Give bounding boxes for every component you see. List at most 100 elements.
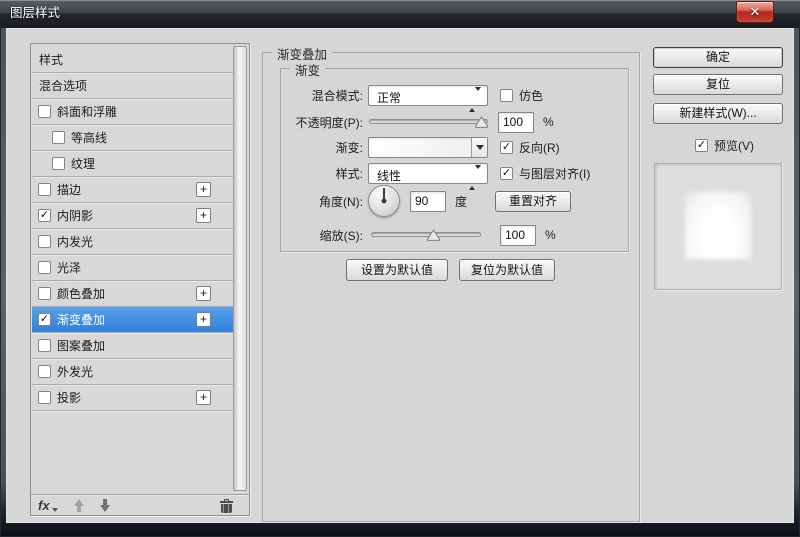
opacity-label: 不透明度(P):	[295, 115, 363, 130]
preview-checkbox[interactable]: ✓	[695, 139, 708, 152]
expand-plus-button[interactable]: +	[196, 312, 211, 327]
item-checkbox[interactable]	[38, 235, 51, 248]
opacity-input[interactable]	[498, 111, 534, 133]
scale-slider[interactable]	[371, 225, 481, 245]
style-preview	[654, 163, 782, 290]
opacity-slider[interactable]	[369, 112, 489, 132]
delete-effect-button[interactable]	[220, 499, 233, 513]
item-checkbox[interactable]: ✓	[38, 313, 51, 326]
dialog-body: 样式 混合选项 斜面和浮雕 等高线 纹理 描边 + ✓ 内阴影 + 内发光 光泽…	[6, 28, 794, 523]
gradient-picker-button[interactable]	[471, 137, 487, 157]
style-list-item[interactable]: 等高线	[32, 125, 233, 151]
expand-plus-button[interactable]: +	[196, 390, 211, 405]
opacity-unit: %	[543, 115, 554, 129]
titlebar[interactable]: 图层样式 ✕	[0, 0, 800, 28]
fx-icon: fx	[38, 497, 50, 513]
angle-unit: 度	[455, 194, 468, 209]
reverse-checkbox[interactable]: ✓	[500, 140, 513, 154]
reset-button[interactable]: 复位	[653, 74, 783, 95]
effects-toolbar: fx	[31, 494, 249, 515]
expand-plus-button[interactable]: +	[196, 182, 211, 197]
move-effect-up-button[interactable]	[73, 498, 84, 512]
gradient-group: 渐变 混合模式: 正常 仿色 不透明度(P): 100 % 渐变: ✓ 反向(R…	[280, 60, 629, 252]
item-checkbox[interactable]	[52, 131, 65, 144]
style-list-item[interactable]: 斜面和浮雕	[32, 99, 233, 125]
style-item-label: 光泽	[57, 261, 82, 275]
style-item-label: 渐变叠加	[57, 313, 106, 327]
new-style-button[interactable]: 新建样式(W)...	[653, 103, 783, 124]
move-effect-down-button[interactable]	[99, 498, 110, 512]
style-list-item[interactable]: 样式	[32, 47, 233, 73]
dither-label: 仿色	[519, 88, 544, 103]
layer-style-dialog: 图层样式 ✕ 样式 混合选项 斜面和浮雕 等高线 纹理 描边 + ✓ 内阴影 +…	[0, 0, 800, 537]
style-list-item[interactable]: ✓ 内阴影 +	[32, 203, 233, 229]
item-checkbox[interactable]	[38, 261, 51, 274]
dropdown-arrow-icon	[475, 144, 484, 150]
close-button[interactable]: ✕	[736, 1, 774, 23]
item-checkbox[interactable]	[38, 287, 51, 300]
blend-mode-select[interactable]: 正常	[368, 84, 488, 112]
style-list-panel: 样式 混合选项 斜面和浮雕 等高线 纹理 描边 + ✓ 内阴影 + 内发光 光泽…	[30, 43, 250, 516]
dropdown-arrows-icon	[469, 86, 481, 112]
align-with-layer-label: 与图层对齐(I)	[519, 166, 591, 181]
angle-input[interactable]	[410, 190, 446, 212]
item-checkbox[interactable]	[52, 157, 65, 170]
style-list-scrollbar[interactable]	[233, 46, 247, 491]
item-checkbox[interactable]	[38, 105, 51, 118]
scale-label: 缩放(S):	[319, 228, 363, 243]
style-list-item[interactable]: 图案叠加	[32, 333, 233, 359]
style-list-item[interactable]: 投影 +	[32, 385, 233, 411]
item-checkbox[interactable]	[38, 339, 51, 352]
ok-button[interactable]: 确定	[653, 47, 783, 68]
blend-mode-value: 正常	[377, 90, 402, 105]
style-item-label: 混合选项	[39, 79, 88, 93]
scale-slider-thumb[interactable]	[426, 229, 441, 241]
style-list-item[interactable]: 外发光	[32, 359, 233, 385]
style-item-label: 样式	[39, 53, 64, 67]
style-value: 线性	[377, 168, 402, 183]
group-title: 渐变	[290, 60, 326, 79]
style-item-label: 内发光	[57, 235, 94, 249]
reverse-label: 反向(R)	[519, 140, 560, 155]
reset-align-button[interactable]: 重置对齐	[495, 190, 572, 212]
scale-unit: %	[545, 228, 556, 242]
angle-dial[interactable]	[368, 185, 400, 217]
style-list-item[interactable]: ✓ 渐变叠加 +	[32, 307, 233, 333]
style-item-label: 外发光	[57, 365, 94, 379]
up-arrow-icon	[73, 498, 84, 506]
fx-menu-button[interactable]: fx	[38, 498, 58, 513]
item-checkbox[interactable]	[38, 183, 51, 196]
gradient-overlay-group: 渐变叠加 渐变 混合模式: 正常 仿色 不透明度(P): 100 % 渐变: ✓…	[262, 44, 640, 522]
dither-checkbox[interactable]	[500, 88, 513, 102]
expand-plus-button[interactable]: +	[196, 208, 211, 223]
style-list-item[interactable]: 颜色叠加 +	[32, 281, 233, 307]
angle-label: 角度(N):	[319, 194, 363, 209]
dialog-title: 图层样式	[10, 6, 61, 20]
gradient-swatch[interactable]	[368, 136, 488, 158]
gradient-preview-thumbnail	[685, 192, 751, 259]
fx-menu-arrow-icon	[51, 507, 58, 512]
set-default-button[interactable]: 设置为默认值	[346, 259, 448, 281]
style-item-label: 等高线	[71, 131, 108, 145]
style-list-item[interactable]: 光泽	[32, 255, 233, 281]
reset-default-button[interactable]: 复位为默认值	[459, 259, 555, 281]
item-checkbox[interactable]	[38, 391, 51, 404]
scale-input[interactable]	[500, 224, 536, 246]
style-list-item[interactable]: 纹理	[32, 151, 233, 177]
item-checkbox[interactable]	[38, 365, 51, 378]
gradient-label: 渐变:	[335, 140, 363, 155]
style-list-item[interactable]: 混合选项	[32, 73, 233, 99]
item-checkbox[interactable]: ✓	[38, 209, 51, 222]
opacity-slider-thumb[interactable]	[474, 116, 489, 128]
expand-plus-button[interactable]: +	[196, 286, 211, 301]
style-item-label: 投影	[57, 391, 82, 405]
style-label: 样式:	[335, 166, 363, 181]
blend-mode-label: 混合模式:	[311, 88, 363, 103]
style-list-item[interactable]: 内发光	[32, 229, 233, 255]
style-list: 样式 混合选项 斜面和浮雕 等高线 纹理 描边 + ✓ 内阴影 + 内发光 光泽…	[32, 47, 233, 411]
style-select[interactable]: 线性	[368, 162, 488, 190]
align-with-layer-checkbox[interactable]: ✓	[500, 166, 513, 180]
style-list-item[interactable]: 描边 +	[32, 177, 233, 203]
style-item-label: 描边	[57, 183, 82, 197]
down-arrow-icon	[99, 504, 110, 512]
